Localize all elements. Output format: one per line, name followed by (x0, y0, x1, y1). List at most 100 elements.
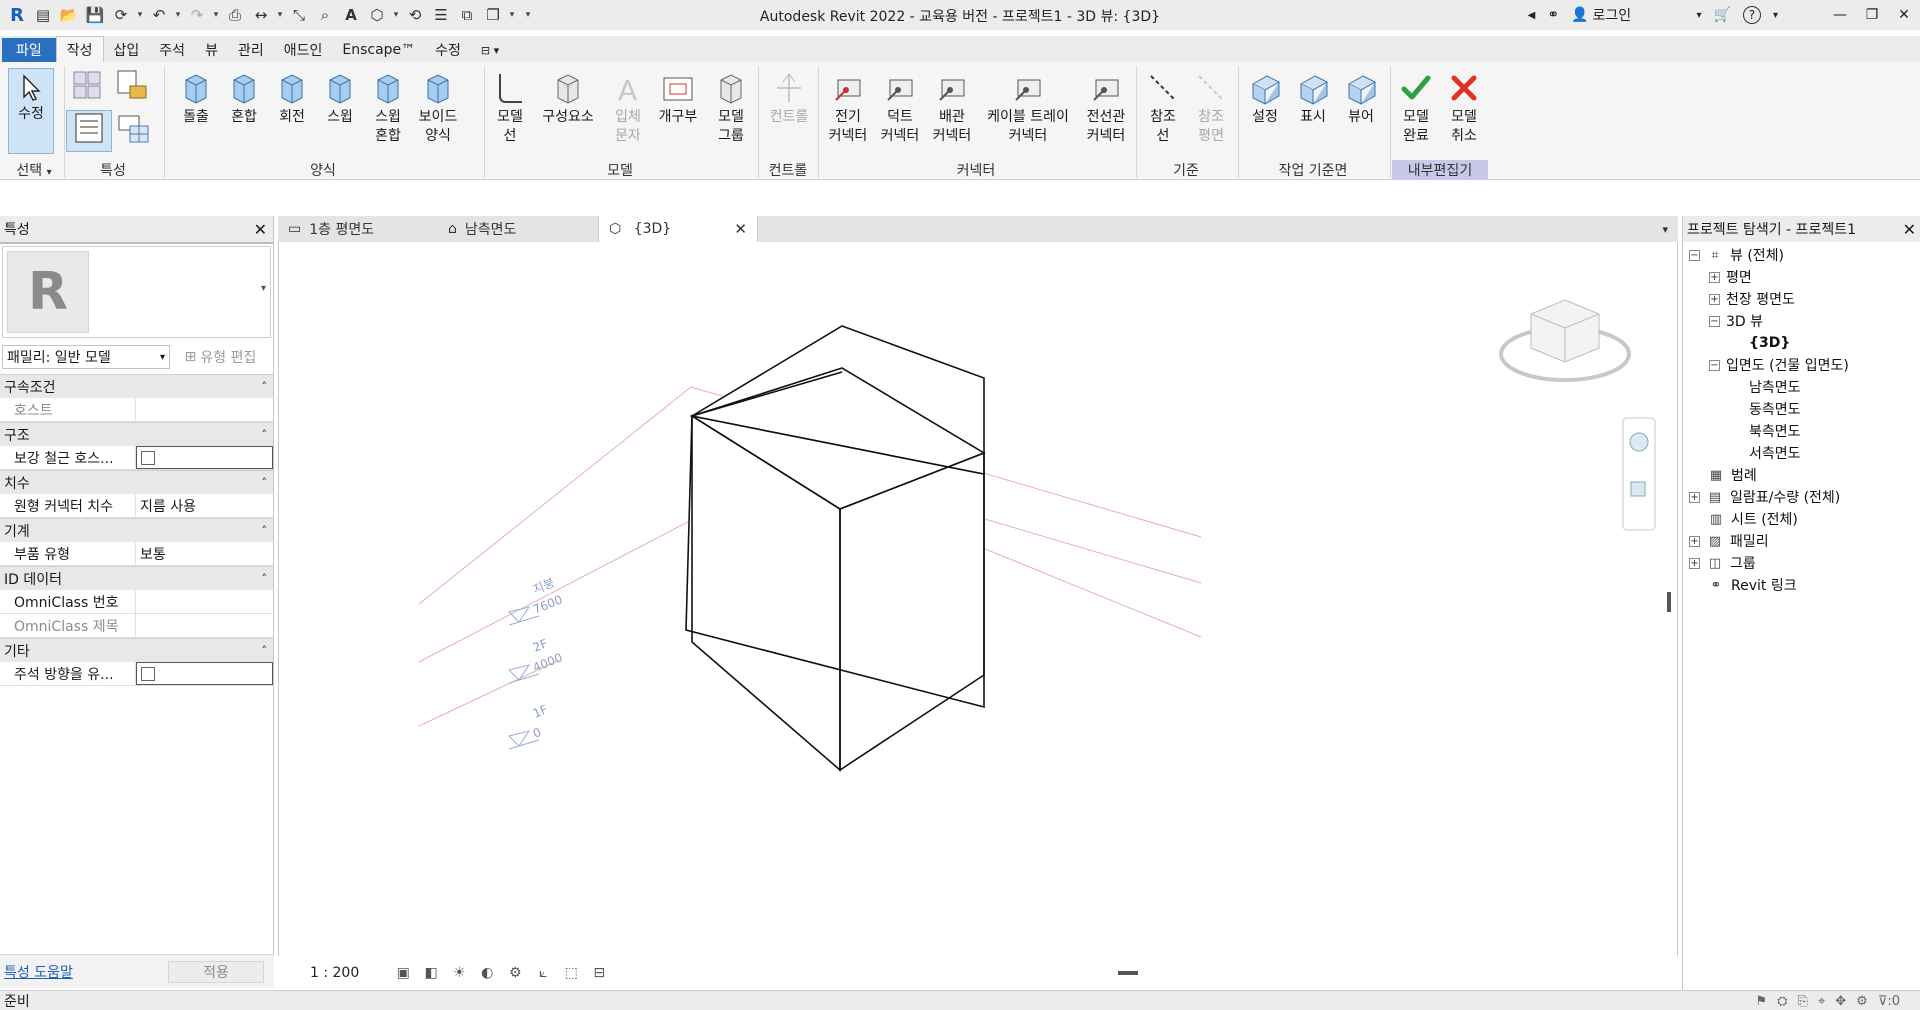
tag-icon[interactable]: ⌕ (312, 2, 338, 28)
apply-button[interactable]: 적용 (168, 960, 264, 983)
extrusion-box[interactable] (685, 325, 985, 709)
save-icon[interactable]: 💾 (82, 2, 108, 28)
expand-icon[interactable]: + (1689, 535, 1700, 547)
close-hidden-windows-icon[interactable]: ⧉ (454, 2, 480, 28)
sweep-button[interactable]: 스윕 (316, 70, 364, 127)
browser-views-root[interactable]: − ⌗ 뷰 (전체) (1689, 244, 1784, 266)
control-button[interactable]: 컨트롤 (762, 70, 816, 127)
sun-path-icon[interactable]: ☀ (445, 962, 473, 984)
electrical-connector-button[interactable]: 전기 커넥터 (822, 70, 874, 146)
chevron-down-icon[interactable]: ▾ (506, 2, 518, 28)
home-icon[interactable]: ▤ (30, 2, 56, 28)
chevron-down-icon[interactable]: ▾ (134, 2, 146, 28)
property-value[interactable]: 보통 (136, 542, 273, 565)
family-parameters-button[interactable] (114, 112, 154, 150)
browser-elevations[interactable]: − 입면도 (건물 입면도) (1709, 354, 1849, 376)
browser-families[interactable]: + ▨ 패밀리 (1689, 530, 1769, 552)
switch-windows-icon[interactable]: ❐ (480, 2, 506, 28)
browser-floor-plans[interactable]: + 평면 (1709, 266, 1752, 288)
set-workplane-button[interactable]: 설정 (1242, 70, 1288, 127)
browser-ceiling-plans[interactable]: + 천장 평면도 (1709, 288, 1795, 310)
opening-button[interactable]: 개구부 (652, 70, 704, 127)
close-icon[interactable]: ✕ (1888, 0, 1920, 30)
family-category-button[interactable] (112, 68, 152, 104)
browser-3d-views[interactable]: −3D 뷰 (1709, 310, 1763, 332)
filter-icon[interactable]: ⊽:0 (1878, 994, 1900, 1009)
conduit-connector-button[interactable]: 전선관 커넥터 (1080, 70, 1132, 146)
tab-modify[interactable]: 수정 (425, 38, 471, 62)
workplane-viewer-button[interactable]: 뷰어 (1338, 70, 1384, 127)
browser-east-elevation[interactable]: 동측면도 (1749, 398, 1801, 420)
property-value[interactable] (136, 446, 273, 469)
cancel-model-button[interactable]: 모델 취소 (1440, 70, 1488, 146)
property-group-header[interactable]: 기계 ˄ (0, 518, 273, 542)
chevron-down-icon[interactable]: ▾ (274, 2, 286, 28)
help-icon[interactable]: ? (1737, 0, 1767, 30)
redo-icon[interactable]: ↷ (184, 2, 210, 28)
properties-help-link[interactable]: 특성 도움말 (4, 962, 73, 982)
blend-button[interactable]: 혼합 (220, 70, 268, 127)
pipe-connector-button[interactable]: 배관 커넥터 (926, 70, 978, 146)
shadows-icon[interactable]: ◐ (473, 962, 501, 984)
void-forms-button[interactable]: 보이드 양식 (414, 70, 462, 146)
reference-line-button[interactable]: 참조 선 (1140, 70, 1186, 146)
tab-3d-view[interactable]: ⬡ {3D} ✕ (598, 216, 758, 242)
select-links-icon[interactable]: ⎘ (1798, 994, 1808, 1009)
property-group-header[interactable]: 구조 ˄ (0, 422, 273, 446)
design-options-icon[interactable]: ⛭ (1777, 994, 1787, 1009)
property-group-header[interactable]: 치수 ˄ (0, 470, 273, 494)
show-workplane-button[interactable]: 표시 (1290, 70, 1336, 127)
browser-revit-links[interactable]: ⚭ Revit 링크 (1707, 574, 1797, 596)
chevron-down-icon[interactable]: ▾ (210, 2, 222, 28)
user-icon[interactable]: 👤 (1565, 0, 1590, 30)
tab-annotate[interactable]: 주석 (149, 38, 195, 62)
family-types-button[interactable] (68, 68, 108, 104)
property-value[interactable] (136, 614, 273, 637)
thin-lines-icon[interactable]: ☰ (428, 2, 454, 28)
tab-floor-plan-1f[interactable]: ▭ 1층 평면도 (278, 216, 438, 242)
measure-icon[interactable]: ↔ (248, 2, 274, 28)
tab-addins[interactable]: 애드인 (274, 38, 333, 62)
reference-plane-button[interactable]: 참조 평면 (1188, 70, 1234, 146)
undo-icon[interactable]: ↶ (146, 2, 172, 28)
aligned-dimension-icon[interactable]: ⤡ (286, 2, 312, 28)
restore-icon[interactable]: ❐ (1856, 0, 1888, 30)
finish-model-button[interactable]: 모델 완료 (1392, 70, 1440, 146)
minimize-icon[interactable]: — (1824, 0, 1856, 30)
close-icon[interactable]: ✕ (1903, 220, 1916, 239)
chevron-down-icon[interactable]: ▾ (261, 283, 266, 294)
browser-schedules[interactable]: + ▤ 일람표/수량 (전체) (1689, 486, 1840, 508)
sync-icon[interactable]: ⟳ (108, 2, 134, 28)
browser-north-elevation[interactable]: 북측면도 (1749, 420, 1801, 442)
crop-view-icon[interactable]: ⟀ (529, 962, 557, 984)
property-value[interactable] (136, 398, 273, 421)
property-group-header[interactable]: ID 데이터 ˄ (0, 566, 273, 590)
3d-view-icon[interactable]: ⬡ (364, 2, 390, 28)
worksets-icon[interactable]: ⚑ (1755, 994, 1767, 1009)
family-dropdown[interactable]: 패밀리: 일반 모델 ▾ (2, 345, 170, 369)
render-icon[interactable]: ⚙ (501, 962, 529, 984)
revit-app-icon[interactable]: R (4, 2, 30, 28)
browser-south-elevation[interactable]: 남측면도 (1749, 376, 1801, 398)
ribbon-display-toggle-icon[interactable]: ⊟ ▾ (471, 38, 509, 62)
property-checkbox[interactable] (141, 666, 155, 681)
expand-icon[interactable]: + (1709, 293, 1720, 305)
expand-icon[interactable]: + (1689, 491, 1700, 503)
property-value[interactable] (136, 590, 273, 613)
select-pinned-icon[interactable]: ⌖ (1818, 994, 1825, 1009)
chevron-down-icon[interactable]: ▾ (1767, 0, 1784, 30)
collapse-icon[interactable]: − (1709, 359, 1720, 371)
property-checkbox[interactable] (141, 450, 155, 465)
cart-icon[interactable]: 🛒 (1708, 0, 1737, 30)
tab-enscape[interactable]: Enscape™ (332, 38, 425, 62)
view-scale[interactable]: 1 : 200 (310, 965, 359, 981)
model-text-button[interactable]: A 입체 문자 (604, 70, 652, 146)
browser-3d-view-item[interactable]: {3D} (1749, 332, 1790, 354)
open-icon[interactable]: 📂 (56, 2, 82, 28)
visual-style-icon[interactable]: ◧ (417, 962, 445, 984)
browser-legends[interactable]: ▦ 범례 (1707, 464, 1757, 486)
property-value[interactable] (136, 662, 273, 685)
tab-file[interactable]: 파일 (2, 38, 56, 62)
browser-sheets[interactable]: ▥ 시트 (전체) (1707, 508, 1798, 530)
swept-blend-button[interactable]: 스윕 혼합 (364, 70, 412, 146)
